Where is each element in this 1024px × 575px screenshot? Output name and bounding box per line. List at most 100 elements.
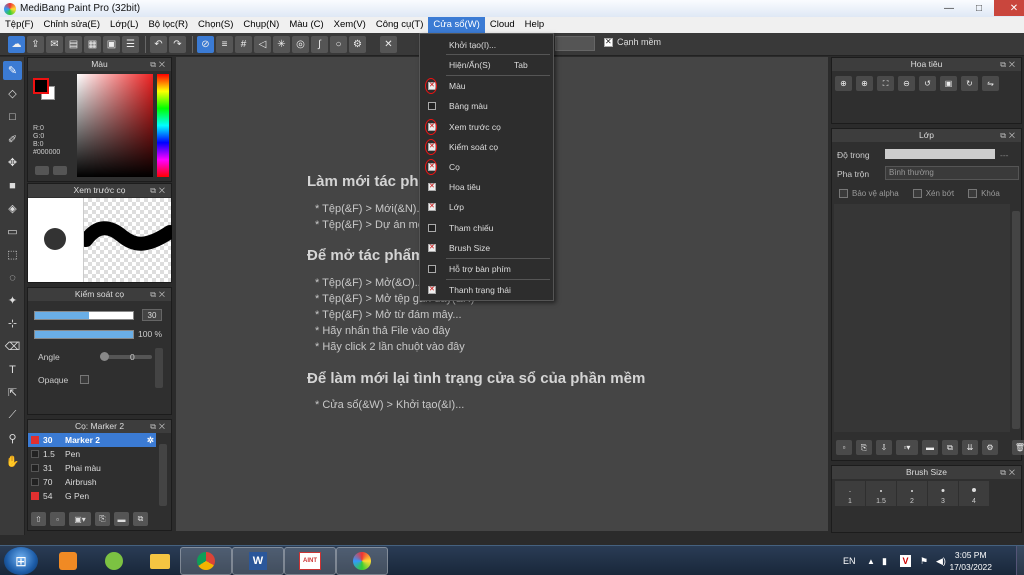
copy-brush-icon[interactable]: ⎘ — [95, 512, 110, 526]
menu-item-reference[interactable]: Tham chiếu — [420, 220, 553, 236]
tray-app-icon[interactable]: V — [900, 546, 911, 575]
panel-controls[interactable]: ⧉✕ — [150, 58, 168, 71]
saturation-value-picker[interactable] — [77, 74, 153, 177]
zoom-in-icon[interactable]: ⊕ — [856, 76, 873, 91]
radial-snap-icon[interactable]: ✳ — [273, 35, 290, 53]
curve-snap-icon[interactable]: ∫ — [311, 35, 328, 53]
cross-snap-icon[interactable]: # — [235, 35, 252, 53]
brush-size-option[interactable]: 1.5 — [866, 481, 896, 506]
fill-rect-tool-icon[interactable]: ■ — [3, 176, 22, 195]
angle-slider-knob[interactable] — [100, 352, 109, 361]
brush-item[interactable]: 31 Phai màu — [28, 461, 156, 475]
fit-window-icon[interactable]: ⛶ — [877, 76, 894, 91]
import-layer-icon[interactable]: ⇩ — [876, 440, 892, 455]
brush-tool-icon[interactable]: ✎ — [3, 61, 22, 80]
circle-snap-icon[interactable]: ◎ — [292, 35, 309, 53]
tray-expand-icon[interactable]: ▲ — [867, 546, 875, 575]
folder-icon[interactable]: ▬ — [922, 440, 938, 455]
menu-filter[interactable]: Bộ lọc(R) — [143, 17, 193, 33]
brush-size-slider[interactable] — [34, 311, 134, 320]
move-tool-icon[interactable]: ✥ — [3, 153, 22, 172]
tray-network-icon[interactable]: ▮ — [882, 546, 887, 575]
menu-item-show-hide[interactable]: Hiện/Ẩn(S) Tab — [420, 57, 553, 73]
rotate-right-icon[interactable]: ↻ — [961, 76, 978, 91]
hue-slider[interactable] — [157, 74, 169, 177]
new-layer-icon[interactable]: ▫ — [836, 440, 852, 455]
brush-item[interactable]: 54 G Pen — [28, 489, 156, 503]
minimize-button[interactable]: — — [934, 0, 964, 16]
eyedropper-tool-icon[interactable]: ⚲ — [3, 429, 22, 448]
grid-page-icon[interactable]: ▣ — [103, 35, 120, 53]
brush-item[interactable]: 1.5 Pen — [28, 447, 156, 461]
layer-settings-icon[interactable]: ⚙ — [982, 440, 998, 455]
menu-item-reset[interactable]: Khởi tạo(I)... — [420, 37, 553, 53]
close-button[interactable]: ✕ — [994, 0, 1024, 16]
flip-icon[interactable]: ⇋ — [982, 76, 999, 91]
brush-size-option[interactable]: 2 — [897, 481, 927, 506]
merge-layer-icon[interactable]: ⇊ — [962, 440, 978, 455]
brush-size-value[interactable]: 30 — [142, 309, 162, 321]
document-icon[interactable]: ▤ — [65, 35, 82, 53]
magic-wand-tool-icon[interactable]: ✦ — [3, 291, 22, 310]
medibang-paint-pro-icon[interactable] — [336, 547, 388, 575]
menu-view[interactable]: Xem(V) — [329, 17, 371, 33]
language-indicator[interactable]: EN — [843, 546, 856, 575]
soft-edge-checkbox[interactable] — [604, 37, 613, 47]
brush-mode-dropdown[interactable] — [555, 36, 595, 51]
cloud-icon[interactable]: ☁ — [8, 35, 25, 53]
delete-layer-icon[interactable]: 🗑 — [1012, 440, 1024, 455]
parallel-snap-icon[interactable]: ≡ — [216, 35, 233, 53]
menu-item-palette[interactable]: Bảng màu — [420, 98, 553, 114]
menu-item-status-bar[interactable]: Thanh trạng thái — [420, 282, 553, 298]
brush-dropdown-icon[interactable]: ▣▾ — [69, 512, 91, 526]
panel-controls[interactable]: ⧉✕ — [150, 288, 168, 301]
redo-icon[interactable]: ↷ — [169, 35, 186, 53]
brush-size-option[interactable]: 4 — [959, 481, 989, 506]
brush-list-scrollbar[interactable] — [159, 444, 167, 506]
tray-flag-icon[interactable]: ⚑ — [920, 546, 928, 575]
menu-edit[interactable]: Chỉnh sửa(E) — [39, 17, 106, 33]
folder-icon[interactable]: ▬ — [114, 512, 129, 526]
menu-cloud[interactable]: Cloud — [485, 17, 520, 33]
media-player-icon[interactable] — [42, 547, 94, 575]
zoom-in-icon[interactable]: ⊕ — [835, 76, 852, 91]
menu-select[interactable]: Chọn(S) — [193, 17, 238, 33]
zoom-out-icon[interactable]: ⊖ — [898, 76, 915, 91]
file-explorer-icon[interactable] — [134, 547, 186, 575]
panel-controls[interactable]: ⧉✕ — [1000, 58, 1018, 71]
add-layer-dropdown-icon[interactable]: ▫▾ — [896, 440, 918, 455]
select-eraser-tool-icon[interactable]: ⌫ — [3, 337, 22, 356]
brush-opacity-slider[interactable] — [34, 330, 134, 339]
menu-color[interactable]: Màu (C) — [284, 17, 328, 33]
protect-alpha-checkbox[interactable] — [839, 189, 848, 198]
color-mode-icon[interactable] — [35, 166, 49, 175]
brush-item[interactable]: 70 Airbrush — [28, 475, 156, 489]
menu-item-color[interactable]: Màu — [420, 78, 553, 94]
menu-item-layer[interactable]: Lớp — [420, 199, 553, 215]
bucket-tool-icon[interactable]: ◈ — [3, 199, 22, 218]
menu-item-brush[interactable]: Cọ — [420, 159, 553, 175]
list-icon[interactable]: ☰ — [122, 35, 139, 53]
maximize-button[interactable]: □ — [964, 0, 994, 16]
share-icon[interactable]: ⇪ — [27, 35, 44, 53]
word-icon[interactable]: W — [232, 547, 284, 575]
duplicate-icon[interactable]: ⧉ — [133, 512, 148, 526]
show-desktop-button[interactable] — [1016, 546, 1024, 575]
snap-off-icon[interactable]: ⊘ — [197, 35, 214, 53]
panel-controls[interactable]: ⧉✕ — [150, 420, 168, 433]
ellipse-snap-icon[interactable]: ○ — [330, 35, 347, 53]
menu-item-brush-preview[interactable]: Xem trước cọ — [420, 119, 553, 135]
menu-item-brush-control[interactable]: Kiểm soát cọ — [420, 139, 553, 155]
add-brush-icon[interactable]: ⇧ — [31, 512, 46, 526]
color-mode-icon[interactable] — [53, 166, 67, 175]
menu-window[interactable]: Cửa sổ(W) — [428, 17, 485, 33]
rotate-left-icon[interactable]: ↺ — [919, 76, 936, 91]
layer-list[interactable] — [834, 204, 1010, 432]
panel-controls[interactable]: ⧉✕ — [150, 184, 168, 197]
hand-tool-icon[interactable]: ✋ — [3, 452, 22, 471]
panel-controls[interactable]: ⧉✕ — [1000, 466, 1018, 479]
comment-icon[interactable]: ✉ — [46, 35, 63, 53]
blend-mode-select[interactable]: Bình thường — [885, 166, 1019, 180]
duplicate-layer-icon[interactable]: ⧉ — [942, 440, 958, 455]
menu-snap[interactable]: Chụp(N) — [238, 17, 284, 33]
